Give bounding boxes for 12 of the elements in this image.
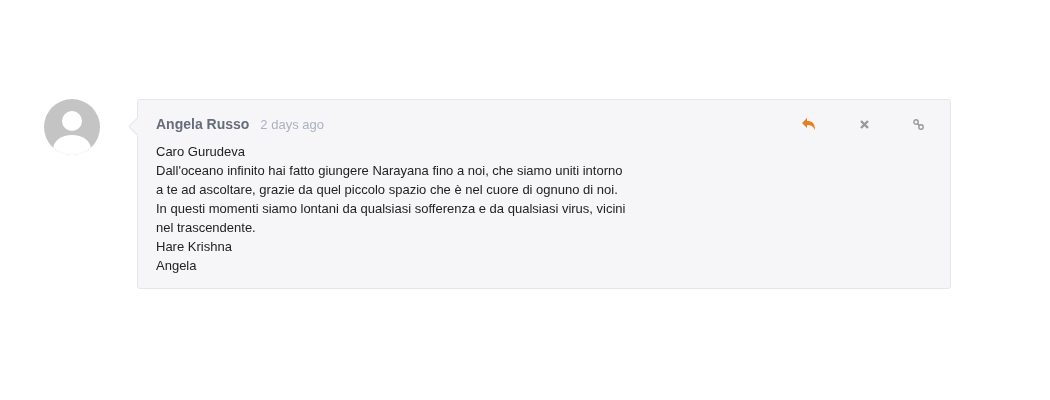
comment-text-line: nel trascendente. [156, 220, 256, 235]
comment-text-line: Angela [156, 258, 197, 273]
comment-text-line: Hare Krishna [156, 239, 232, 254]
comment-text-line: Dall'oceano infinito hai fatto giungere Narayana fino a noi, che siamo uniti intorno [156, 163, 623, 178]
author-name[interactable]: Angela Russo [156, 116, 250, 132]
comment-text-line: In questi momenti siamo lontani da qualsiasi sofferenza e da qualsiasi virus, vicini [156, 201, 626, 216]
link-icon[interactable] [913, 118, 924, 130]
comment-text-line: a te ad ascoltare, grazie da quel piccolo spazio che è nel cuore di ognuno di noi. [156, 182, 618, 197]
reply-icon[interactable] [802, 118, 816, 130]
avatar-icon [44, 99, 100, 155]
close-icon[interactable] [860, 119, 869, 129]
comment-text-line: Caro Gurudeva [156, 144, 245, 159]
